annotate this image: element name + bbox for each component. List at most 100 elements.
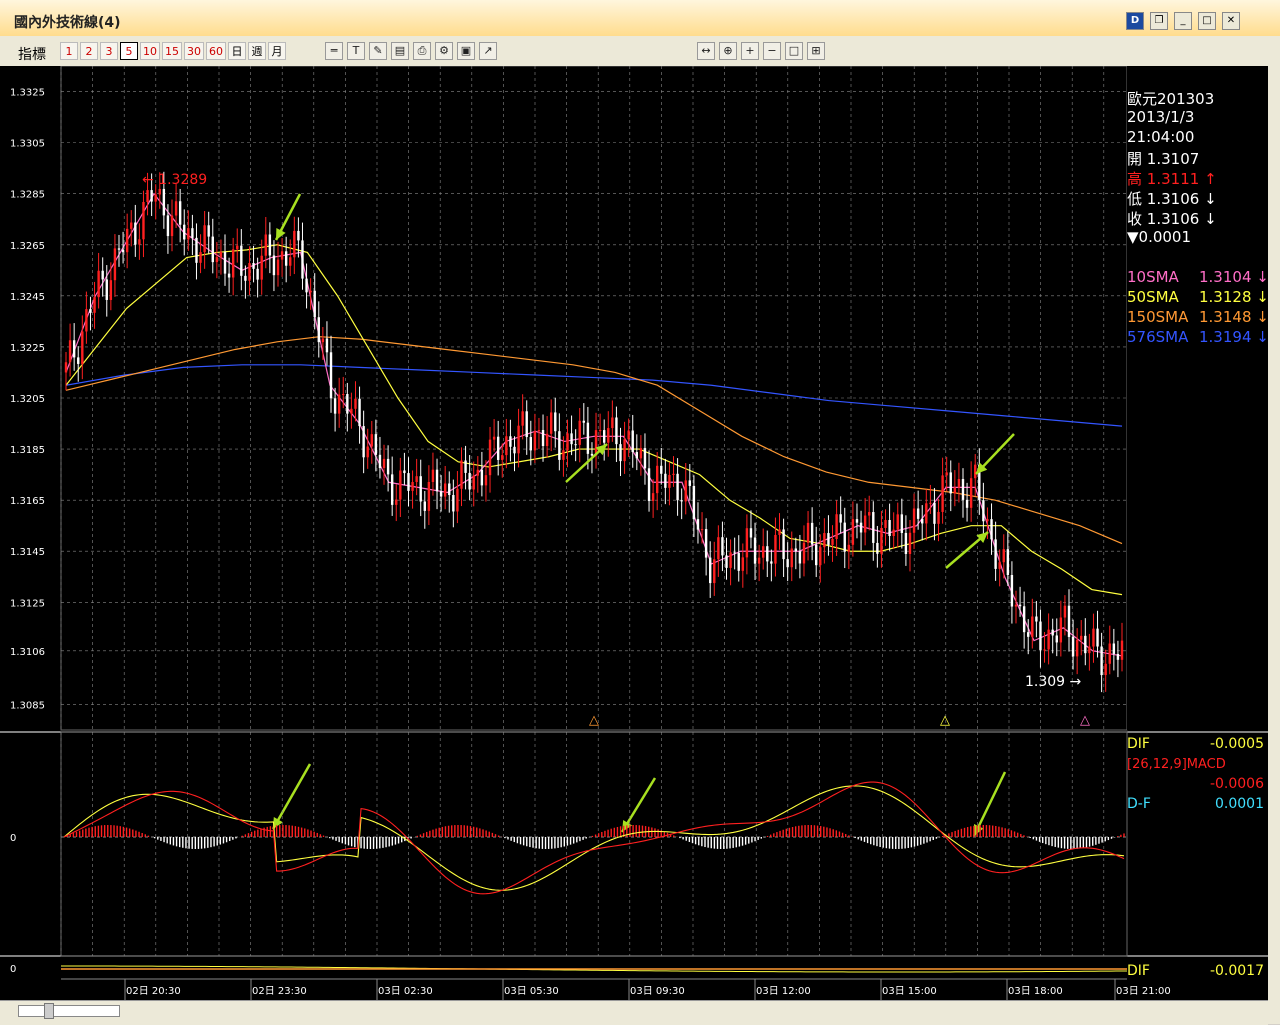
- candle-body: [1104, 663, 1107, 676]
- candle-body: [374, 434, 378, 455]
- candle-body: [770, 561, 773, 564]
- candle-body: [713, 559, 716, 584]
- candle-body: [647, 468, 651, 502]
- export-icon[interactable]: ▣: [457, 42, 475, 60]
- sma-row-2: 150SMA 1.3148 ↓: [1127, 308, 1269, 326]
- maximize-icon[interactable]: □: [1198, 12, 1216, 30]
- low-label: 低: [1127, 190, 1143, 208]
- y-tick-label: 1.3106: [10, 647, 45, 658]
- close-icon[interactable]: ✕: [1222, 12, 1240, 30]
- candle-body: [309, 290, 312, 293]
- restore-icon[interactable]: ❐: [1150, 12, 1168, 30]
- drawing-tools: ═ T ✎ ▤ ⎙ ⚙ ▣ ↗: [325, 42, 497, 60]
- text-tool-icon[interactable]: T: [347, 42, 365, 60]
- period-button-0[interactable]: 1: [60, 42, 78, 60]
- period-button-3[interactable]: 5: [120, 42, 138, 60]
- high-value: 1.3111: [1146, 170, 1200, 188]
- sma-value: 1.3194 ↓: [1199, 328, 1269, 346]
- candle-body: [293, 230, 296, 258]
- candle-body: [191, 228, 194, 238]
- period-button-8[interactable]: 日: [228, 42, 246, 60]
- candle-body: [680, 500, 683, 502]
- horizontal-scrollbar[interactable]: [0, 1000, 1268, 1025]
- candle-body: [757, 557, 761, 564]
- candle-body: [130, 222, 133, 229]
- candle-body: [215, 257, 219, 263]
- period-button-6[interactable]: 30: [184, 42, 204, 60]
- sma-value: 1.3148 ↓: [1199, 308, 1269, 326]
- crosshair-icon[interactable]: +: [741, 42, 759, 60]
- sma-name: 576SMA: [1127, 328, 1189, 346]
- candle-body: [619, 444, 622, 462]
- candle-body: [949, 472, 952, 494]
- candle-body: [1059, 617, 1063, 643]
- period-button-7[interactable]: 60: [206, 42, 226, 60]
- candle-body: [823, 533, 826, 548]
- candle-body: [476, 469, 479, 476]
- candle-body: [541, 429, 545, 447]
- single-pane-icon[interactable]: □: [785, 42, 803, 60]
- settings-icon[interactable]: ⚙: [435, 42, 453, 60]
- y-tick-label: 1.3265: [10, 241, 45, 252]
- candle-body: [786, 559, 789, 568]
- candle-body: [827, 533, 830, 545]
- candle-body: [611, 417, 614, 429]
- candle-body: [969, 478, 973, 508]
- zoom-icon[interactable]: ⊕: [719, 42, 737, 60]
- price-chart-svg[interactable]: 1.3325 1.3305 1.3285 1.3265 1.3245 1.3225 1.32…: [0, 65, 1268, 1000]
- candle-body: [93, 297, 96, 313]
- candle-body: [753, 537, 757, 564]
- period-button-9[interactable]: 週: [248, 42, 266, 60]
- candle-body: [655, 465, 659, 494]
- candle-body: [549, 412, 553, 434]
- minimize-icon[interactable]: _: [1174, 12, 1192, 30]
- layers-icon[interactable]: ▤: [391, 42, 409, 60]
- d-icon[interactable]: D: [1126, 12, 1144, 30]
- macd-value: -0.0006: [1210, 776, 1264, 792]
- candle-body: [297, 230, 300, 241]
- minus-icon[interactable]: −: [763, 42, 781, 60]
- candle-body: [362, 426, 365, 458]
- scroll-thumb[interactable]: [44, 1003, 54, 1019]
- indicator-button[interactable]: 指標: [18, 44, 46, 64]
- candle-body: [472, 475, 475, 490]
- candle-body: [631, 430, 634, 453]
- chart-area[interactable]: 1.3325 1.3305 1.3285 1.3265 1.3245 1.3225 1.32…: [0, 65, 1268, 1000]
- x-tick-label: 03日 05:30: [504, 986, 559, 997]
- period-button-10[interactable]: 月: [268, 42, 286, 60]
- candle-body: [872, 512, 875, 543]
- close-value: 1.3106: [1146, 210, 1200, 228]
- candle-body: [448, 483, 451, 496]
- candle-body: [961, 479, 965, 500]
- expand-horizontal-icon[interactable]: ↔: [697, 42, 715, 60]
- candle-body: [89, 309, 92, 313]
- period-button-2[interactable]: 3: [100, 42, 118, 60]
- candle-body: [574, 444, 577, 446]
- candle-body: [496, 436, 500, 460]
- print-icon[interactable]: ⎙: [413, 42, 431, 60]
- candle-body: [1039, 621, 1042, 650]
- scroll-track[interactable]: [18, 1003, 120, 1019]
- x-tick-label: 03日 21:00: [1116, 986, 1171, 997]
- signal-triangle: △: [940, 713, 950, 728]
- period-button-1[interactable]: 2: [80, 42, 98, 60]
- candle-body: [586, 422, 590, 454]
- grid-pane-icon[interactable]: ⊞: [807, 42, 825, 60]
- period-button-5[interactable]: 15: [162, 42, 182, 60]
- candle-body: [378, 454, 382, 469]
- candle-body: [615, 417, 618, 445]
- candle-body: [105, 279, 108, 300]
- line-chart-icon[interactable]: ↗: [479, 42, 497, 60]
- candle-body: [1006, 549, 1010, 576]
- candle-body: [729, 552, 732, 568]
- pen-icon[interactable]: ✎: [369, 42, 387, 60]
- hline-icon[interactable]: ═: [325, 42, 343, 60]
- candle-body: [427, 481, 431, 511]
- candle-body: [244, 275, 247, 281]
- candle-body: [990, 519, 993, 540]
- period-button-4[interactable]: 10: [140, 42, 160, 60]
- candle-body: [407, 473, 410, 491]
- candle-body: [888, 520, 891, 537]
- candle-body: [403, 470, 406, 474]
- candle-body: [1031, 616, 1034, 637]
